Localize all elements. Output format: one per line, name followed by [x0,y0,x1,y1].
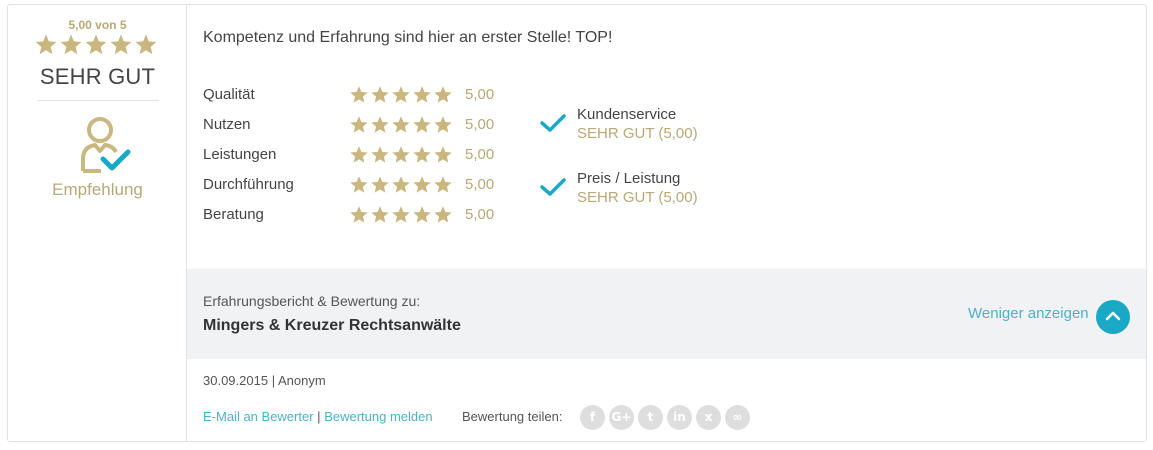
subject-label: Erfahrungsbericht & Bewertung zu: [203,293,421,309]
review-actions: E-Mail an Bewerter | Bewertung melden [203,409,433,424]
criterion-value: 5,00 [465,86,495,103]
feature-preis-leistung: Preis / Leistung SEHR GUT (5,00) [540,169,740,209]
star-icon [110,34,132,55]
review-author: Anonym [278,373,326,388]
star-icon [434,86,452,103]
recommendation-label: Empfehlung [52,180,143,199]
share-icons: f G+ t in x ∞ [580,405,750,431]
facebook-icon[interactable]: f [580,405,605,430]
star-icon [392,176,410,193]
star-icon [434,146,452,163]
criterion-stars [349,145,455,165]
criterion-stars [349,205,455,225]
criterion-name: Nutzen [203,116,251,133]
criterion-row: Leistungen 5,00 [203,145,523,175]
criterion-value: 5,00 [465,176,495,193]
actions-separator: | [317,409,321,424]
criterion-stars [349,175,455,195]
star-icon [371,206,389,223]
star-icon [434,206,452,223]
feature-value: SEHR GUT (5,00) [577,125,698,142]
feature-name: Preis / Leistung [577,170,681,187]
criterion-row: Qualität 5,00 [203,85,523,115]
criterion-name: Leistungen [203,146,277,163]
star-icon [371,176,389,193]
star-icon [350,176,368,193]
criterion-name: Durchführung [203,176,294,193]
criterion-row: Beratung 5,00 [203,205,523,235]
google-plus-icon[interactable]: G+ [609,405,634,430]
star-icon [413,86,431,103]
star-icon [371,116,389,133]
star-icon [135,34,157,55]
chevron-up-icon [1105,311,1121,321]
star-icon [413,206,431,223]
review-meta: 30.09.2015 | Anonym [203,373,326,388]
xing-icon[interactable]: x [696,405,721,430]
overall-stars [34,33,160,57]
review-headline: Kompetenz und Erfahrung sind hier an ers… [203,29,613,46]
star-icon [85,34,107,55]
star-icon [413,176,431,193]
star-icon [35,34,57,55]
star-icon [350,206,368,223]
divider [37,100,159,101]
star-icon [392,206,410,223]
email-reviewer-link[interactable]: E-Mail an Bewerter [203,409,314,424]
criterion-row: Durchführung 5,00 [203,175,523,205]
review-card: 5,00 von 5 SEHR GUT Empfehlung Kompetenz… [7,4,1147,442]
collapse-button[interactable] [1096,300,1130,334]
meta-separator: | [271,373,276,388]
feature-kundenservice: Kundenservice SEHR GUT (5,00) [540,105,740,145]
criterion-name: Qualität [203,86,255,103]
feature-name: Kundenservice [577,106,677,123]
criterion-value: 5,00 [465,206,495,223]
feature-value: SEHR GUT (5,00) [577,189,698,206]
criterion-value: 5,00 [465,116,495,133]
share-label: Bewertung teilen: [462,409,563,424]
report-review-link[interactable]: Bewertung melden [324,409,432,424]
star-icon [60,34,82,55]
star-icon [371,146,389,163]
twitter-icon[interactable]: t [638,405,663,430]
review-date: 30.09.2015 [203,373,269,388]
star-icon [350,86,368,103]
star-icon [413,116,431,133]
star-icon [392,86,410,103]
star-icon [350,116,368,133]
recommendation-user-check-icon [79,115,135,175]
star-icon [350,146,368,163]
checkmark-icon [540,177,566,197]
criterion-stars [349,85,455,105]
show-less-link[interactable]: Weniger anzeigen [968,305,1089,322]
star-icon [371,86,389,103]
criterion-stars [349,115,455,135]
linkedin-icon[interactable]: in [667,405,692,430]
star-icon [434,176,452,193]
star-icon [413,146,431,163]
star-icon [392,146,410,163]
overall-score-text: 5,00 von 5 [68,18,127,32]
link-icon[interactable]: ∞ [725,405,750,430]
review-subject-band: Erfahrungsbericht & Bewertung zu: Minger… [187,269,1146,359]
criterion-row: Nutzen 5,00 [203,115,523,145]
criterion-name: Beratung [203,206,264,223]
checkmark-icon [540,113,566,133]
overall-rating-label: SEHR GUT [39,64,156,89]
overall-rating-panel: 5,00 von 5 SEHR GUT Empfehlung [8,5,187,441]
criterion-value: 5,00 [465,146,495,163]
star-icon [434,116,452,133]
company-name: Mingers & Kreuzer Rechtsanwälte [203,317,461,334]
star-icon [392,116,410,133]
